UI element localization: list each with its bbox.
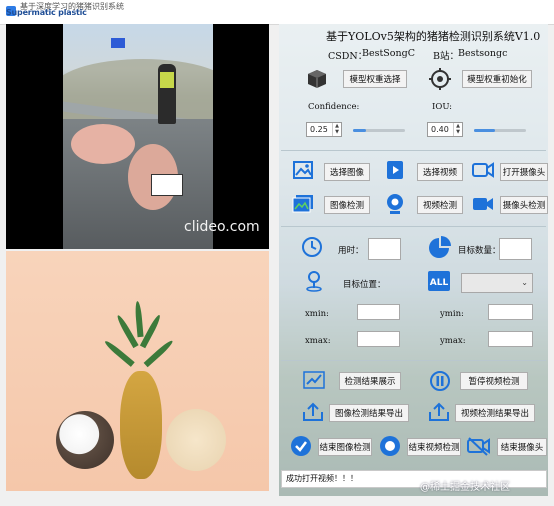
confidence-label: Confidence: <box>308 102 360 112</box>
image-detect-button[interactable]: 图像检测 <box>324 196 370 214</box>
pie-chart-icon <box>429 236 451 258</box>
line-chart-icon <box>303 371 325 389</box>
select-weights-button[interactable]: 模型权重选择 <box>343 70 407 88</box>
export-video-results-button[interactable]: 视频检测结果导出 <box>455 404 535 422</box>
ymin-label: ymin: <box>440 309 464 319</box>
iou-value: 0.40 <box>431 125 449 134</box>
target-select-dropdown[interactable]: ⌄ <box>461 273 533 293</box>
window-titlebar: 基于深度学习的猪猪识别系统 Supermatic plastic <box>0 0 554 25</box>
divider <box>281 360 546 361</box>
video-file-icon <box>387 161 403 179</box>
end-image-detect-button[interactable]: 结束图像检测 <box>318 438 372 456</box>
pause-video-button[interactable]: 暂停视频检测 <box>460 372 528 390</box>
position-label: 目标位置： <box>343 280 386 290</box>
select-image-button[interactable]: 选择图像 <box>324 163 370 181</box>
app-heading: 基于YOLOv5架构的猪猪检测识别系统V1.0 <box>326 30 541 43</box>
confidence-spinbox[interactable]: 0.25 ▲ ▼ <box>306 122 342 137</box>
bilibili-value: Bestsongc <box>458 48 508 59</box>
spin-arrows-icon[interactable]: ▲ ▼ <box>453 123 462 136</box>
csdn-value: BestSongC <box>362 48 415 59</box>
guinea-pig-figure <box>166 409 226 471</box>
image-icon <box>293 161 313 179</box>
iou-spinbox[interactable]: 0.40 ▲ ▼ <box>427 122 463 137</box>
count-value-box <box>499 238 532 260</box>
ymax-field <box>488 331 533 347</box>
camera-detect-button[interactable]: 摄像头检测 <box>500 196 548 214</box>
window-title: Supermatic plastic <box>6 8 87 17</box>
ymax-label: ymax: <box>440 336 466 346</box>
time-label: 用时： <box>338 246 364 256</box>
confidence-slider[interactable] <box>353 129 405 132</box>
all-targets-icon: ALL <box>428 271 450 291</box>
iou-slider-fill <box>474 129 495 132</box>
xmax-field <box>357 331 400 347</box>
clock-icon <box>302 237 322 257</box>
video-camera-icon <box>473 198 493 210</box>
upload-icon <box>303 402 323 421</box>
time-value-box <box>368 238 401 260</box>
pineapple-figure <box>120 371 162 479</box>
open-camera-button[interactable]: 打开摄像头 <box>500 163 548 181</box>
upload-icon <box>429 402 449 421</box>
cube-icon <box>308 70 326 88</box>
ymin-field <box>488 304 533 320</box>
confidence-slider-fill <box>353 129 366 132</box>
video-frame-image <box>63 24 213 249</box>
check-circle-icon <box>291 436 311 456</box>
confidence-value: 0.25 <box>310 125 328 134</box>
pause-icon <box>430 371 450 391</box>
svg-text:ALL: ALL <box>430 278 449 288</box>
location-pin-icon <box>306 271 322 292</box>
status-message: 成功打开视频！！！ <box>286 474 358 483</box>
spin-arrows-icon[interactable]: ▲ ▼ <box>332 123 341 136</box>
export-image-results-button[interactable]: 图像检测结果导出 <box>329 404 409 422</box>
xmax-label: xmax: <box>305 336 331 346</box>
iou-label: IOU: <box>432 102 453 112</box>
site-watermark: @稀土掘金技术社区 <box>420 482 510 493</box>
video-watermark: clideo.com <box>184 219 260 235</box>
control-panel <box>279 24 548 496</box>
divider <box>281 150 546 151</box>
video-display: clideo.com <box>6 24 269 249</box>
video-detect-button[interactable]: 视频检测 <box>417 196 463 214</box>
camera-off-icon <box>467 437 490 456</box>
iou-slider[interactable] <box>474 129 526 132</box>
news-stamp-graphic <box>151 174 183 196</box>
image-detect-icon <box>292 195 313 213</box>
xmin-field <box>357 304 400 320</box>
camera-icon <box>472 162 494 178</box>
road-sign <box>111 38 125 48</box>
webcam-icon <box>387 194 403 214</box>
guinea-pig-figure <box>56 411 114 469</box>
chevron-down-icon[interactable]: ⌄ <box>521 278 528 287</box>
init-weights-button[interactable]: 模型权重初始化 <box>462 70 532 88</box>
bilibili-label: B站： <box>433 51 459 62</box>
pig-figure <box>71 124 135 164</box>
result-image-display <box>6 251 269 491</box>
show-results-button[interactable]: 检测结果展示 <box>339 372 401 390</box>
count-label: 目标数量： <box>458 246 501 256</box>
stop-circle-icon <box>380 436 400 456</box>
end-video-detect-button[interactable]: 结束视频检测 <box>407 438 461 456</box>
target-icon <box>429 68 451 90</box>
end-camera-button[interactable]: 结束摄像头 <box>497 438 547 456</box>
xmin-label: xmin: <box>305 309 329 319</box>
divider <box>281 226 546 227</box>
select-video-button[interactable]: 选择视频 <box>417 163 463 181</box>
